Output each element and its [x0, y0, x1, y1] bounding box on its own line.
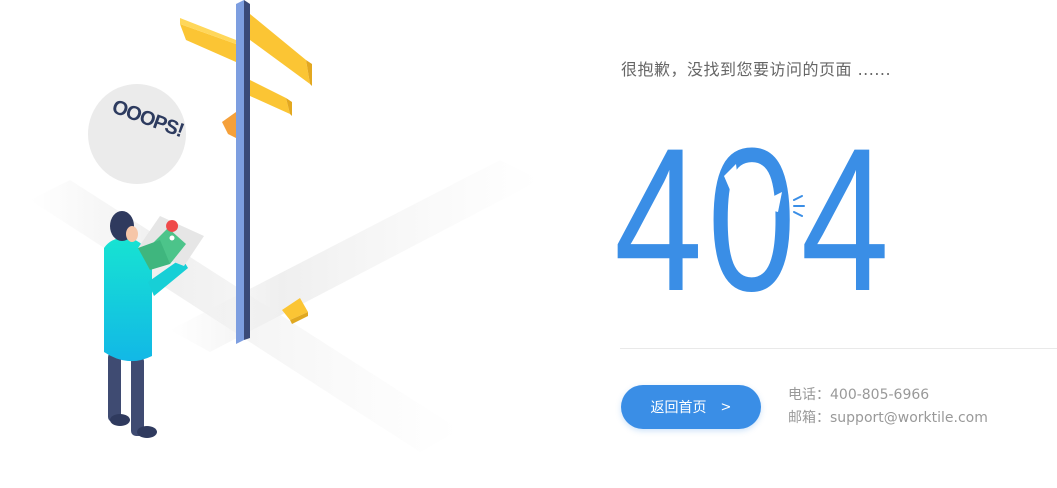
back-home-button[interactable]: 返回首页 > [621, 385, 761, 429]
contact-info: 电话：400-805-6966 邮箱：support@worktile.com [788, 384, 988, 430]
error-code-text: 404 [614, 124, 894, 304]
email-row: 邮箱：support@worktile.com [788, 407, 988, 430]
divider [620, 348, 1057, 349]
phone-label: 电话： [788, 387, 830, 403]
not-found-page: OOOPS! 很抱歉，没找到您要访问的页面 ...... 404 返回首页 > … [0, 0, 1057, 488]
error-message: 很抱歉，没找到您要访问的页面 ...... [621, 60, 892, 79]
phone-row: 电话：400-805-6966 [788, 384, 988, 407]
error-code-404: 404 [614, 124, 894, 304]
speech-bubble: OOOPS! [88, 84, 186, 184]
email-label: 邮箱： [788, 410, 830, 426]
chevron-right-icon: > [720, 399, 732, 415]
email-link[interactable]: support@worktile.com [830, 410, 988, 426]
phone-number: 400-805-6966 [830, 387, 930, 403]
lost-person-illustration: OOOPS! [30, 0, 540, 452]
back-home-label: 返回首页 [650, 400, 707, 416]
